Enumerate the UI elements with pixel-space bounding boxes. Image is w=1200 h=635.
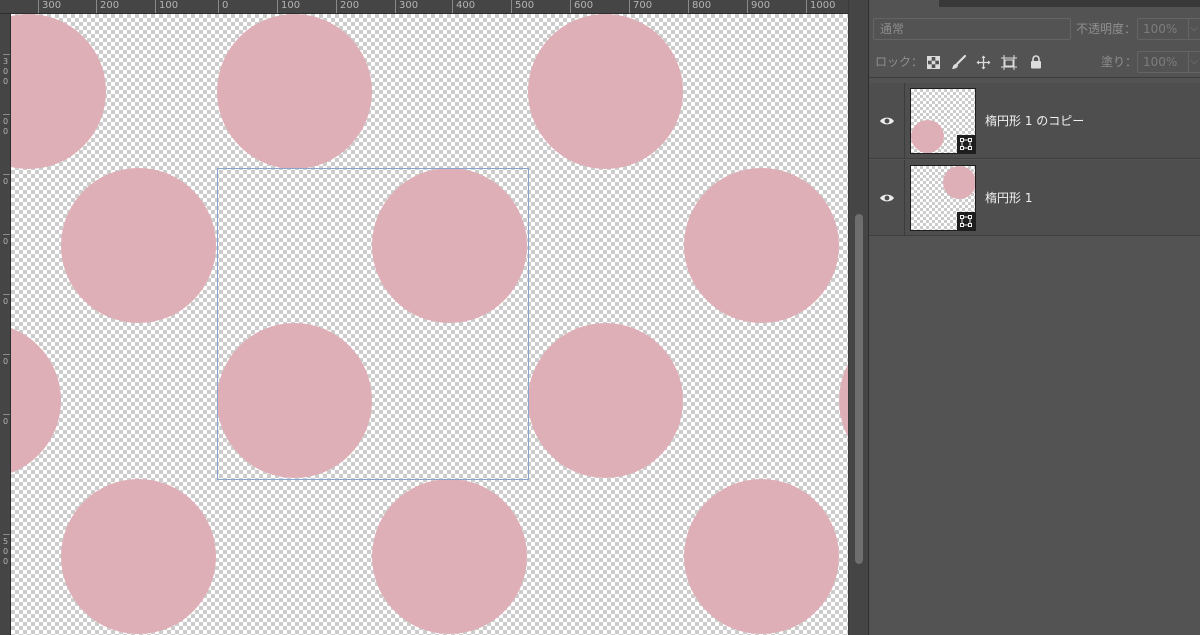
pink-circle — [217, 14, 372, 169]
ruler-digit: 5 — [2, 537, 9, 546]
shape-layer-icon — [957, 135, 975, 153]
pink-circle — [839, 323, 848, 478]
ruler-label: 700 — [629, 0, 652, 13]
pink-circle — [684, 479, 839, 634]
ruler-digit: 0 — [2, 237, 9, 246]
visibility-toggle[interactable] — [869, 83, 905, 159]
ruler-digit: 0 — [2, 357, 9, 366]
eye-icon — [879, 117, 894, 125]
thumbnail-circle — [911, 120, 944, 153]
opacity-label: 不透明度： — [1076, 22, 1137, 36]
pink-circle — [11, 14, 106, 169]
pink-circle — [528, 323, 683, 478]
ruler-label: 900 — [747, 0, 770, 13]
chevron-down-icon[interactable]: ⌵ — [1188, 18, 1200, 40]
ruler-digit: 0 — [2, 127, 9, 136]
lock-position-icon[interactable] — [974, 53, 992, 71]
ruler-digit: 3 — [2, 57, 9, 66]
canvas-vertical-scrollbar[interactable] — [848, 0, 868, 635]
shape-layer-icon — [957, 212, 975, 230]
ruler-digit: 0 — [2, 297, 9, 306]
ruler-digit: 0 — [2, 177, 9, 186]
layer-row[interactable]: 楕円形 1 — [869, 160, 1200, 236]
ruler-label: 0 — [218, 0, 228, 13]
pink-circle — [61, 168, 216, 323]
horizontal-ruler: 300 200 100 0 100 200 300 400 500 600 70… — [0, 0, 848, 14]
ruler-tick — [3, 234, 10, 235]
chevron-down-icon[interactable]: ⌵ — [1188, 51, 1200, 73]
ruler-label: 500 — [511, 0, 534, 13]
pink-circle — [11, 323, 61, 478]
lock-image-pixels-icon[interactable] — [949, 53, 967, 71]
ruler-tick — [3, 54, 10, 55]
panel-tab-strip — [939, 0, 1200, 7]
ruler-tick — [3, 414, 10, 415]
lock-label: ロック： — [875, 55, 924, 69]
ruler-label: 100 — [155, 0, 178, 13]
ruler-label: 1000 — [806, 0, 835, 13]
ruler-label: 300 — [395, 0, 418, 13]
ruler-tick — [3, 354, 10, 355]
vertical-ruler: 3 0 0 0 0 0 0 0 0 0 5 0 0 — [0, 14, 11, 635]
ruler-label: 600 — [570, 0, 593, 13]
transform-bounding-box[interactable] — [217, 168, 529, 480]
ruler-label: 200 — [96, 0, 119, 13]
ruler-tick — [3, 294, 10, 295]
blend-opacity-row: 通常 不透明度： 100% ⌵ — [869, 15, 1200, 45]
layer-name[interactable]: 楕円形 1 — [985, 160, 1032, 236]
pink-circle — [61, 479, 216, 634]
eye-icon — [879, 194, 894, 202]
ruler-label: 400 — [452, 0, 475, 13]
ruler-digit: 0 — [2, 547, 9, 556]
fill-field[interactable]: 100% — [1137, 51, 1189, 73]
lock-artboard-icon[interactable] — [1000, 53, 1018, 71]
fill-label: 塗り： — [1101, 55, 1138, 69]
ruler-tick — [3, 114, 10, 115]
ruler-tick — [3, 534, 10, 535]
ruler-digit: 0 — [2, 117, 9, 126]
lock-fill-row: ロック： 塗り： 100% ⌵ — [869, 48, 1200, 78]
ruler-digit: 0 — [2, 67, 9, 76]
layers-panel: 通常 不透明度： 100% ⌵ ロック： 塗り： 100% ⌵ 楕円形 1 のコ… — [868, 0, 1200, 635]
pink-circle — [372, 479, 527, 634]
scrollbar-thumb[interactable] — [855, 214, 863, 564]
lock-transparent-pixels-icon[interactable] — [924, 53, 942, 71]
ruler-label: 800 — [688, 0, 711, 13]
ruler-tick — [3, 174, 10, 175]
ruler-label: 300 — [38, 0, 61, 13]
opacity-field[interactable]: 100% — [1137, 18, 1189, 40]
ruler-label: 200 — [336, 0, 359, 13]
ruler-label: 100 — [277, 0, 300, 13]
lock-all-icon[interactable] — [1027, 53, 1045, 71]
pink-circle — [684, 168, 839, 323]
blend-mode-select[interactable]: 通常 — [873, 18, 1071, 40]
layer-thumbnail[interactable] — [910, 88, 976, 154]
layer-thumbnail[interactable] — [910, 165, 976, 231]
pink-circle — [528, 14, 683, 169]
ruler-digit: 0 — [2, 417, 9, 426]
ruler-digit: 0 — [2, 557, 9, 566]
layer-name[interactable]: 楕円形 1 のコピー — [985, 83, 1084, 159]
visibility-toggle[interactable] — [869, 160, 905, 236]
layer-row[interactable]: 楕円形 1 のコピー — [869, 83, 1200, 159]
document-canvas[interactable] — [11, 14, 848, 635]
ruler-digit: 0 — [2, 77, 9, 86]
thumbnail-circle — [943, 166, 975, 199]
